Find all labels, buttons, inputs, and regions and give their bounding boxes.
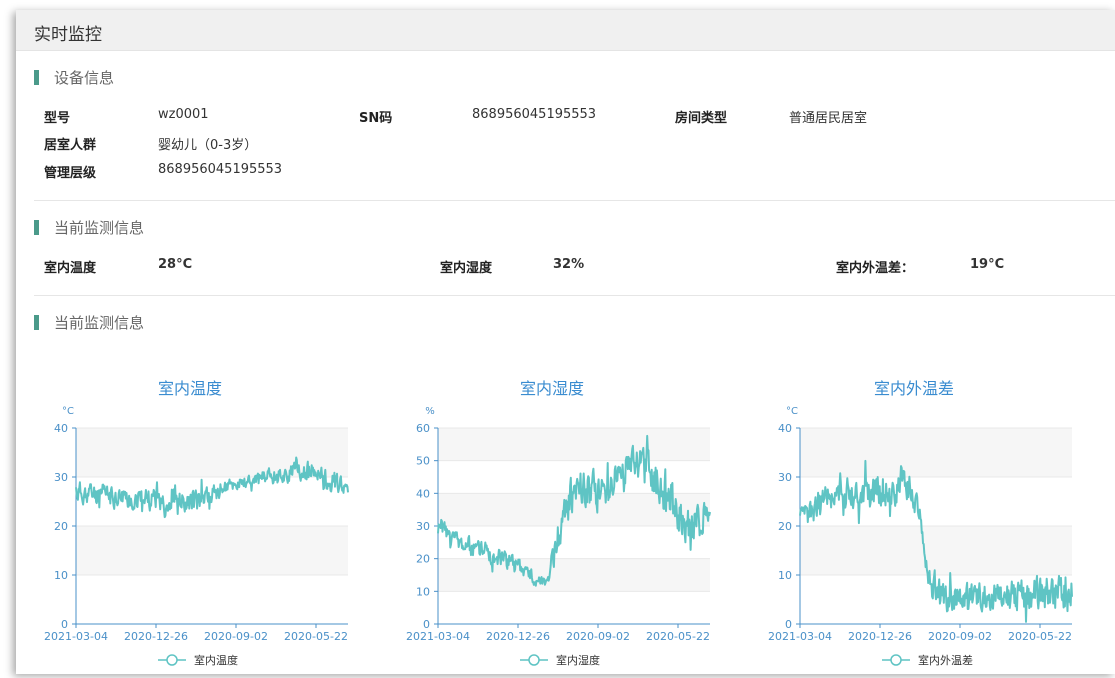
grid-band	[800, 428, 1072, 477]
y-tick-label: 40	[416, 487, 430, 500]
resident-label: 居室人群	[44, 138, 97, 153]
main-panel: 实时监控 设备信息 型号 wz0001 SN码 868956045195553 …	[16, 10, 1115, 674]
indoor-temp-value: 28°C	[158, 257, 193, 272]
x-tick-label: 2021-03-04	[768, 630, 832, 643]
legend-label: 室内温度	[194, 653, 238, 667]
x-tick-label: 2020-05-22	[1008, 630, 1072, 643]
y-tick-label: 20	[54, 520, 68, 533]
chart-title: 室内温度	[158, 379, 222, 398]
x-tick-label: 2020-12-26	[486, 630, 550, 643]
section-title-monitor: 当前监测信息	[54, 219, 145, 237]
y-tick-label: 60	[416, 422, 430, 435]
x-tick-label: 2020-09-02	[566, 630, 630, 643]
y-axis-unit: %	[425, 406, 435, 417]
x-tick-label: 2020-12-26	[848, 630, 912, 643]
level-label: 管理层级	[44, 166, 97, 181]
temp-diff-value: 19°C	[970, 257, 1005, 272]
chart-indoor-temperature: 室内温度°C0102030402021-03-04 2020-12-26 2020-…	[44, 379, 349, 667]
model-label: 型号	[44, 111, 71, 126]
legend-marker	[890, 654, 902, 666]
x-tick-label: 2020-12-26	[124, 630, 188, 643]
x-tick-label: 2021-03-04	[406, 630, 470, 643]
y-tick-label: 30	[416, 520, 430, 533]
grid-band	[800, 526, 1072, 575]
sn-value: 868956045195553	[472, 107, 597, 122]
legend-marker	[528, 654, 540, 666]
legend-label: 室内湿度	[556, 653, 600, 667]
page-header: 实时监控	[16, 10, 1115, 51]
legend-label: 室内外温差	[918, 653, 973, 667]
indoor-humidity-label: 室内湿度	[440, 261, 493, 276]
section-title-charts: 当前监测信息	[54, 314, 145, 332]
temp-diff-label: 室内外温差：	[836, 261, 915, 276]
grid-band	[76, 526, 348, 575]
y-tick-label: 30	[778, 471, 792, 484]
divider	[34, 200, 1115, 201]
chart-title: 室内外温差	[874, 379, 954, 398]
y-axis-unit: °C	[786, 406, 798, 417]
y-tick-label: 10	[416, 585, 430, 598]
chart-indoor-humidity: 室内湿度%01020304050602021-03-04 2020-12-26 20…	[406, 379, 711, 667]
sn-label: SN码	[359, 111, 393, 126]
y-tick-label: 20	[416, 553, 430, 566]
resident-value: 婴幼儿（0-3岁）	[158, 138, 258, 153]
divider	[34, 295, 1115, 296]
x-tick-label: 2021-03-04	[44, 630, 108, 643]
y-tick-label: 20	[778, 520, 792, 533]
y-tick-label: 40	[778, 422, 792, 435]
x-tick-label: 2020-05-22	[646, 630, 710, 643]
legend-marker	[166, 654, 178, 666]
grid-band	[438, 558, 710, 592]
room-type-value: 普通居民居室	[789, 111, 868, 126]
y-tick-label: 50	[416, 455, 430, 468]
chart-title: 室内湿度	[520, 379, 584, 398]
x-tick-label: 2020-09-02	[204, 630, 268, 643]
indoor-temp-label: 室内温度	[44, 261, 97, 276]
y-tick-label: 10	[54, 569, 68, 582]
section-title-device: 设备信息	[54, 69, 115, 87]
page-title: 实时监控	[34, 25, 102, 45]
room-type-label: 房间类型	[675, 111, 728, 126]
model-value: wz0001	[158, 107, 209, 122]
y-tick-label: 40	[54, 422, 68, 435]
grid-band	[438, 428, 710, 461]
level-value: 868956045195553	[158, 162, 283, 177]
indoor-humidity-value: 32%	[553, 257, 585, 272]
x-tick-label: 2020-05-22	[284, 630, 348, 643]
y-tick-label: 30	[54, 471, 68, 484]
chart-temperature-difference: 室内外温差°C0102030402021-03-04 2020-12-26 2020…	[768, 379, 1073, 667]
y-tick-label: 10	[778, 569, 792, 582]
y-axis-unit: °C	[62, 406, 74, 417]
x-tick-label: 2020-09-02	[928, 630, 992, 643]
